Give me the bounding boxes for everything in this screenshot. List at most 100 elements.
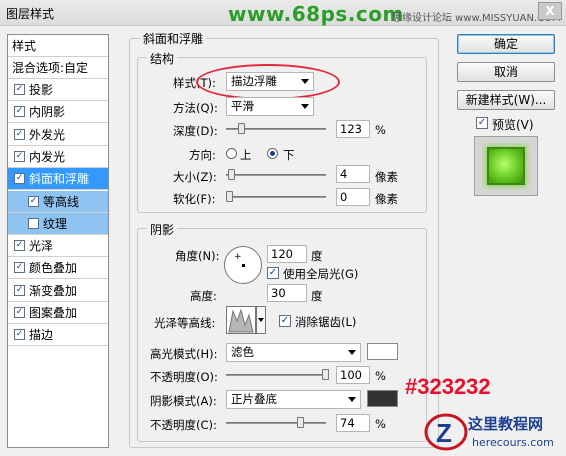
altitude-unit: 度 [311,289,323,303]
window-title: 图层样式 [6,7,55,21]
technique-dropdown[interactable]: 平滑 [226,97,314,116]
depth-input[interactable]: 123 [336,120,370,138]
structure-title: 结构 [147,50,178,67]
soften-input[interactable]: 0 [336,188,370,206]
sidebar-item[interactable]: ✓ 光泽 [8,235,108,258]
shadow-mode-dropdown[interactable]: 正片叠底 [226,390,361,409]
preview-label: 预览(V) [492,118,534,132]
sidebar-item[interactable]: ✓ 投影 [8,79,108,101]
sidebar-checkbox[interactable]: ✓ [14,307,25,318]
shading-title: 阴影 [147,221,178,238]
chevron-down-icon [348,397,356,402]
technique-label: 方法(Q): [173,101,218,115]
sidebar-item[interactable]: ✓ 图案叠加 [8,302,108,324]
styles-header[interactable]: 样式 [8,35,108,57]
angle-input[interactable]: 120 [267,245,307,263]
sidebar-checkbox[interactable]: ✓ [14,84,25,95]
angle-dial[interactable]: + [224,246,262,284]
sidebar-checkbox[interactable]: ✓ [14,284,25,296]
svg-text:Z: Z [436,418,452,448]
site-logo: Z 这里教程网 herecours.com [424,412,564,452]
technique-value: 平滑 [231,99,254,113]
sidebar-item[interactable]: ✓ 颜色叠加 [8,257,108,280]
sidebar-item[interactable]: 纹理 [8,212,108,235]
contour-dropdown-button[interactable] [256,306,266,334]
sidebar-item[interactable]: ✓ 内发光 [8,146,108,168]
sidebar-item-label: 描边 [29,328,54,343]
highlight-opacity-unit: % [375,369,386,383]
highlight-mode-value: 滤色 [231,345,254,359]
color-code-annotation: #323232 [405,374,491,399]
soften-slider-knob[interactable] [226,191,233,202]
soften-unit: 像素 [375,192,398,206]
highlight-ellipse [196,64,340,100]
preview-swatch [487,147,525,185]
new-style-button[interactable]: 新建样式(W)... [457,90,555,110]
size-unit: 像素 [375,170,398,184]
highlight-opacity-label: 不透明度(O): [150,370,218,384]
contour-curve-icon [228,308,254,333]
bevel-emboss-title: 斜面和浮雕 [140,30,207,47]
sidebar-checkbox[interactable]: ✓ [14,173,25,185]
sidebar-checkbox[interactable]: ✓ [14,329,25,341]
soften-slider[interactable] [226,196,326,198]
sidebar-item[interactable]: ✓ 斜面和浮雕 [8,168,108,191]
size-slider[interactable] [226,174,326,176]
blending-options[interactable]: 混合选项:自定 [8,57,108,79]
sidebar-checkbox[interactable]: ✓ [28,195,39,207]
highlight-opacity-slider[interactable] [226,374,326,376]
shadow-color-swatch[interactable] [367,390,398,407]
sidebar-checkbox[interactable]: ✓ [14,262,25,274]
sidebar-item[interactable]: ✓ 外发光 [8,124,108,146]
sidebar-item[interactable]: ✓ 渐变叠加 [8,280,108,302]
close-button[interactable]: X [538,2,562,20]
highlight-opacity-knob[interactable] [322,369,329,380]
highlight-mode-dropdown[interactable]: 滤色 [226,343,361,362]
gloss-contour-preview[interactable] [226,306,256,334]
global-light-label: 使用全局光(G) [283,267,359,281]
highlight-color-swatch[interactable] [367,343,398,360]
size-input[interactable]: 4 [336,165,370,183]
shadow-opacity-slider[interactable] [226,422,326,424]
style-list: 样式 混合选项:自定 ✓ 投影 ✓ 内阴影 ✓ 外发光 ✓ 内发光 ✓ 斜面和浮雕 ✓ 等高线 纹理 ✓ 光… [7,34,109,448]
anti-alias-label: 消除锯齿(L) [295,315,357,329]
sidebar-checkbox[interactable]: ✓ [14,150,25,162]
sidebar-checkbox[interactable]: ✓ [14,240,25,252]
depth-label: 深度(D): [173,124,218,138]
direction-down-radio[interactable] [267,148,278,159]
global-light-checkbox[interactable]: ✓ [267,267,279,279]
ok-button[interactable]: 确定 [457,34,555,54]
sidebar-item[interactable]: ✓ 等高线 [8,190,108,213]
sidebar-item[interactable]: ✓ 描边 [8,324,108,347]
sidebar-item-label: 内阴影 [29,105,66,120]
direction-down-label: 下 [283,148,295,162]
sidebar-item-label: 颜色叠加 [29,261,78,276]
anti-alias-checkbox[interactable]: ✓ [279,315,291,327]
shadow-opacity-input[interactable]: 74 [336,414,370,432]
depth-slider-knob[interactable] [237,123,245,134]
altitude-input[interactable]: 30 [267,284,307,302]
sidebar-checkbox[interactable] [28,217,39,229]
chevron-down-icon [348,350,356,355]
cancel-button[interactable]: 取消 [457,62,555,82]
sidebar-checkbox[interactable]: ✓ [14,106,25,118]
shadow-opacity-label: 不透明度(C): [150,418,217,432]
direction-up-radio[interactable] [226,148,237,159]
sidebar-item-label: 图案叠加 [29,306,78,320]
highlight-opacity-input[interactable]: 100 [336,366,370,384]
size-slider-knob[interactable] [227,169,235,180]
sidebar-item-label: 斜面和浮雕 [29,172,90,187]
sidebar-checkbox[interactable]: ✓ [14,128,25,140]
shadow-mode-value: 正片叠底 [231,392,277,406]
depth-unit: % [375,123,386,137]
sidebar-item-label: 纹理 [43,216,68,231]
preview-checkbox[interactable]: ✓ [476,117,488,129]
sidebar-item[interactable]: ✓ 内阴影 [8,101,108,124]
shadow-opacity-knob[interactable] [297,417,305,428]
sidebar-item-label: 渐变叠加 [29,283,78,298]
sidebar-item-label: 光泽 [29,239,54,254]
sidebar-item-label: 内发光 [29,149,66,164]
angle-dial-center [242,264,245,267]
direction-label: 方向: [189,148,216,162]
sidebar-item-label: 外发光 [29,127,66,142]
